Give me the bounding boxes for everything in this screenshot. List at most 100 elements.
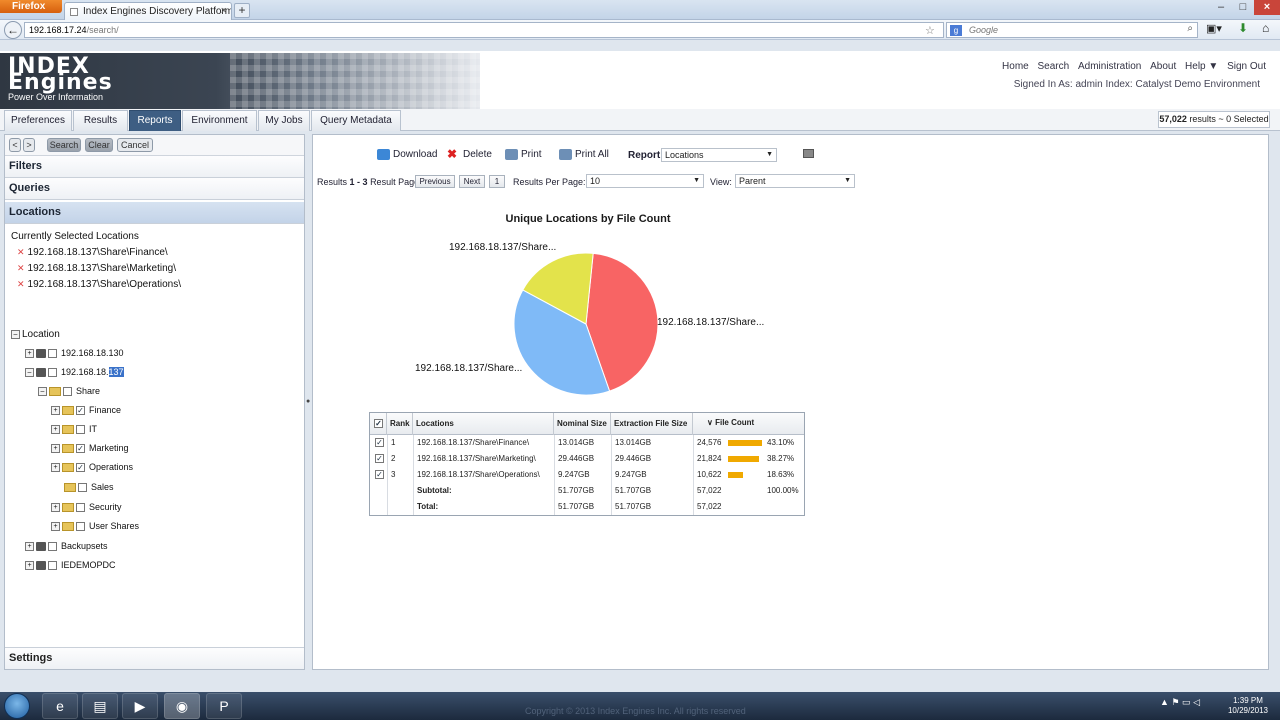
chart-icon[interactable]: [803, 148, 817, 159]
expand-icon[interactable]: +: [51, 503, 60, 513]
tab-environment[interactable]: Environment: [182, 110, 257, 131]
tree-node-server[interactable]: +192.168.18.130: [25, 348, 124, 359]
row-checkbox[interactable]: ✓: [372, 435, 384, 451]
column-rank[interactable]: Rank: [387, 413, 413, 435]
expand-icon[interactable]: +: [51, 444, 60, 454]
report-select[interactable]: Locations ▼: [661, 148, 777, 162]
search-icon[interactable]: ⌕: [1187, 23, 1193, 34]
tab-query-metadata[interactable]: Query Metadata: [311, 110, 401, 131]
checkbox[interactable]: [48, 542, 57, 552]
firefox-icon[interactable]: ◉: [164, 693, 200, 719]
print-button[interactable]: Print: [505, 149, 542, 160]
expand-icon[interactable]: +: [51, 463, 60, 473]
column-extraction-size[interactable]: Extraction File Size: [611, 413, 693, 435]
tree-node-folder[interactable]: + IT: [51, 424, 97, 435]
search-button[interactable]: Search: [47, 138, 81, 152]
delete-button[interactable]: ✖ Delete: [447, 148, 492, 160]
download-arrow-icon[interactable]: ⬇: [1238, 21, 1248, 35]
expand-icon[interactable]: +: [51, 425, 60, 435]
search-link[interactable]: Search: [1038, 61, 1070, 72]
checkbox[interactable]: [48, 349, 57, 359]
tab-my-jobs[interactable]: My Jobs: [258, 110, 310, 131]
bookmarks-icon[interactable]: ▣▾: [1206, 22, 1222, 35]
locations-section[interactable]: Locations: [5, 202, 304, 224]
powerpoint-icon[interactable]: P: [206, 693, 242, 719]
tree-node-share[interactable]: – Share: [38, 386, 100, 397]
expand-icon[interactable]: +: [51, 406, 60, 416]
tree-node-folder[interactable]: + ✓ Finance: [51, 405, 121, 416]
tree-node-folder[interactable]: Sales: [64, 482, 114, 493]
tree-node-server[interactable]: + IEDEMOPDC: [25, 560, 116, 571]
home-icon[interactable]: ⌂: [1262, 21, 1269, 35]
next-page-button[interactable]: Next: [459, 175, 485, 188]
tray-arrow-icon[interactable]: ▲: [1160, 697, 1169, 707]
download-button[interactable]: Download: [377, 149, 437, 160]
file-explorer-icon[interactable]: ▤: [82, 693, 118, 719]
search-input[interactable]: g Google ⌕: [946, 22, 1198, 38]
url-bar[interactable]: 192.168.17.24/search/☆↻: [24, 22, 961, 38]
bookmark-star-icon[interactable]: ☆: [925, 24, 935, 37]
page-number-button[interactable]: 1: [489, 175, 505, 188]
checkbox-checked[interactable]: ✓: [375, 454, 384, 464]
forward-button[interactable]: >: [23, 138, 35, 152]
column-locations[interactable]: Locations: [413, 413, 554, 435]
tree-root-location[interactable]: – Location: [11, 329, 60, 340]
help-menu[interactable]: Help ▼: [1185, 61, 1218, 72]
expand-icon[interactable]: +: [25, 561, 34, 571]
tab-preferences[interactable]: Preferences: [4, 110, 72, 131]
checkbox[interactable]: [76, 503, 85, 513]
checkbox-checked[interactable]: ✓: [76, 444, 85, 454]
tree-node-folder[interactable]: + Security: [51, 502, 122, 513]
internet-explorer-icon[interactable]: e: [42, 693, 78, 719]
expand-icon[interactable]: +: [51, 522, 60, 532]
tree-node-folder[interactable]: + ✓ Marketing: [51, 443, 129, 454]
tree-node-server[interactable]: + Backupsets: [25, 541, 108, 552]
selected-location[interactable]: ✕ 192.168.18.137\Share\Marketing\: [17, 263, 176, 274]
column-nominal-size[interactable]: Nominal Size: [554, 413, 611, 435]
column-file-count[interactable]: ∨ File Count: [693, 413, 804, 435]
collapse-icon[interactable]: –: [25, 368, 34, 378]
administration-link[interactable]: Administration: [1078, 61, 1141, 72]
close-window-icon[interactable]: ×: [1254, 0, 1280, 15]
checkbox[interactable]: [48, 561, 57, 571]
collapse-icon[interactable]: –: [11, 329, 20, 339]
minimize-icon[interactable]: –: [1210, 0, 1232, 15]
checkbox-checked[interactable]: ✓: [76, 406, 85, 416]
pane-splitter[interactable]: ●: [306, 398, 311, 406]
checkbox[interactable]: [48, 368, 57, 378]
checkbox[interactable]: [76, 522, 85, 532]
queries-section[interactable]: Queries: [5, 178, 304, 200]
tree-node-folder[interactable]: + ✓ Operations: [51, 462, 133, 473]
select-all-checkbox[interactable]: ✓: [370, 413, 387, 435]
firefox-menu-button[interactable]: Firefox: [0, 0, 62, 13]
settings-section[interactable]: Settings: [5, 647, 304, 669]
checkbox-checked[interactable]: ✓: [76, 463, 85, 473]
remove-icon[interactable]: ✕: [17, 279, 25, 289]
collapse-icon[interactable]: –: [38, 387, 47, 397]
results-per-page-select[interactable]: 10 ▼: [586, 174, 704, 188]
checkbox[interactable]: [63, 387, 72, 397]
checkbox[interactable]: [76, 425, 85, 435]
checkbox-checked[interactable]: ✓: [375, 470, 384, 480]
filters-section[interactable]: Filters: [5, 156, 304, 178]
checkbox[interactable]: [78, 483, 87, 493]
new-tab-button[interactable]: +: [234, 3, 250, 18]
clock[interactable]: 1:39 PM 10/29/2013: [1222, 696, 1274, 716]
clear-button[interactable]: Clear: [85, 138, 113, 152]
checkbox-checked[interactable]: ✓: [375, 438, 384, 448]
selected-location[interactable]: ✕ 192.168.18.137\Share\Finance\: [17, 247, 168, 258]
browser-tab[interactable]: Index Engines Discovery Platform - maple…: [64, 2, 232, 20]
cancel-button[interactable]: Cancel: [117, 138, 153, 152]
back-arrow-icon[interactable]: ←: [4, 21, 22, 39]
network-icon[interactable]: ▭: [1182, 697, 1191, 707]
tree-node-folder[interactable]: + User Shares: [51, 521, 139, 532]
expand-icon[interactable]: +: [25, 542, 34, 552]
remove-icon[interactable]: ✕: [17, 247, 25, 257]
flag-icon[interactable]: ⚑: [1171, 697, 1179, 707]
expand-icon[interactable]: +: [25, 349, 34, 359]
row-checkbox[interactable]: ✓: [372, 467, 384, 483]
tab-results[interactable]: Results: [73, 110, 128, 131]
remove-icon[interactable]: ✕: [17, 263, 25, 273]
maximize-icon[interactable]: □: [1232, 0, 1254, 15]
close-tab-icon[interactable]: ×: [221, 5, 227, 17]
